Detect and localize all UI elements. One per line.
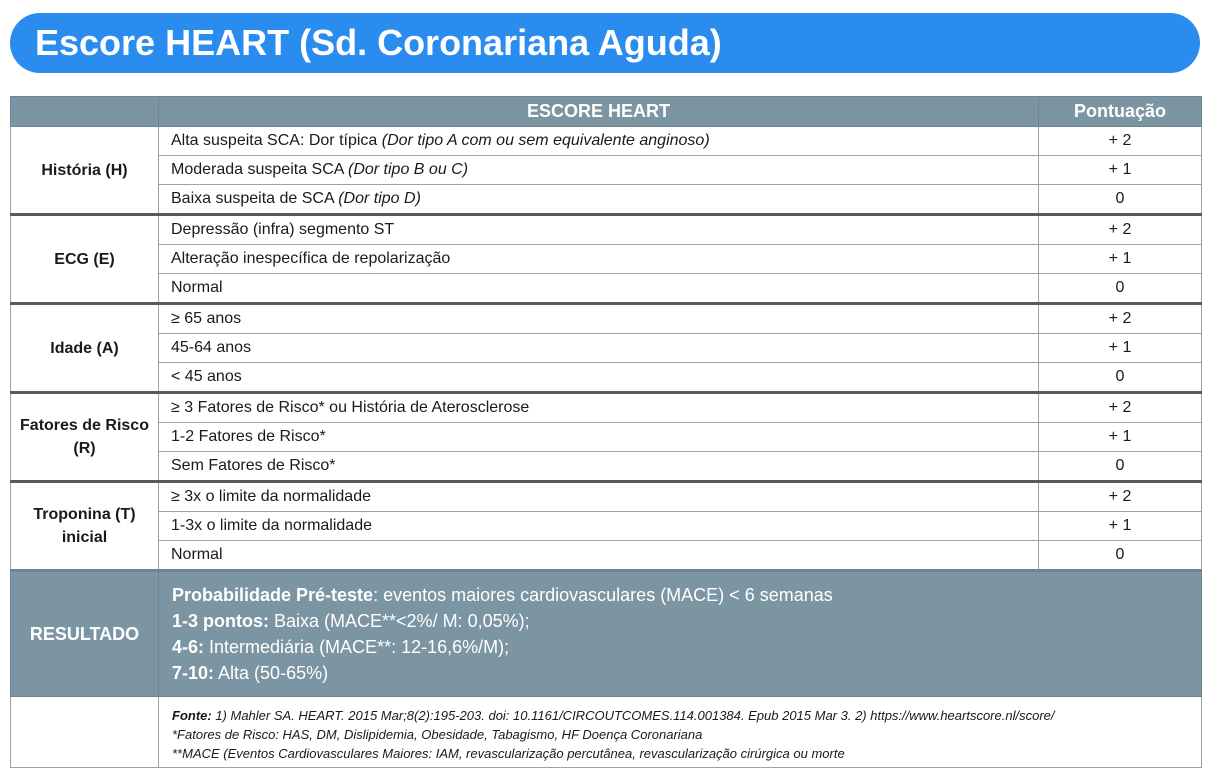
criterion-text: ≥ 65 anos — [171, 310, 242, 327]
points-value: + 2 — [1038, 126, 1202, 156]
criteria-row: < 45 anos 0 — [11, 362, 1202, 393]
category-label: ECG (E) — [10, 213, 159, 304]
criterion-text: Normal — [171, 546, 223, 563]
points-value: + 2 — [1038, 302, 1202, 334]
criterion-text: 45-64 anos — [171, 339, 252, 356]
criteria-row: Sem Fatores de Risco* 0 — [11, 451, 1202, 482]
footnote-source-text: 1) Mahler SA. HEART. 2015 Mar;8(2):195-2… — [211, 708, 1055, 723]
criteria-row: Normal 0 — [11, 273, 1202, 304]
points-value: + 2 — [1038, 391, 1202, 423]
page-title: Escore HEART (Sd. Coronariana Aguda) — [35, 22, 722, 63]
criteria-row: Troponina (T) inicial ≥ 3x o limite da no… — [10, 480, 1202, 571]
result-line-bold: 7-10: — [172, 663, 215, 683]
criterion-cell: 45-64 anos — [158, 333, 1039, 363]
footnote-risk-factors: *Fatores de Risco: HAS, DM, Dislipidemia… — [172, 727, 703, 742]
category-label: Fatores de Risco (R) — [10, 391, 159, 482]
result-row: RESULTADO Probabilidade Pré-teste: event… — [10, 569, 1202, 697]
criterion-text: Depressão (infra) segmento ST — [171, 221, 395, 238]
footnote-source-label: Fonte: — [172, 708, 212, 723]
criteria-row: ECG (E) Depressão (infra) segmento ST + 2 — [10, 213, 1202, 304]
table-header-row: ESCORE HEART Pontuação — [10, 96, 1202, 127]
criterion-cell: Depressão (infra) segmento ST — [158, 213, 1039, 245]
criterion-note: (Dor tipo B ou C) — [348, 161, 469, 178]
criterion-cell: Normal — [158, 273, 1039, 304]
criterion-text: Alta suspeita SCA: Dor típica — [171, 132, 378, 149]
criterion-cell: ≥ 3 Fatores de Risco* ou História de Ate… — [158, 391, 1039, 423]
criterion-text: Sem Fatores de Risco* — [171, 457, 336, 474]
criteria-row: 1-3x o limite da normalidade + 1 — [11, 511, 1202, 541]
category-label: Idade (A) — [10, 302, 159, 393]
criterion-cell: Alteração inespecífica de repolarização — [158, 244, 1039, 274]
result-line: 7-10: Alta (50-65%) — [172, 660, 1189, 686]
footnote-mace: **MACE (Eventos Cardiovasculares Maiores… — [172, 746, 845, 761]
header-blank-cell — [10, 96, 159, 127]
criterion-text: ≥ 3x o limite da normalidade — [171, 488, 371, 505]
criterion-note: (Dor tipo A com ou sem equivalente angin… — [381, 132, 710, 149]
criterion-cell: ≥ 65 anos — [158, 302, 1039, 334]
result-line-text: Baixa (MACE**<2%/ M: 0,05%); — [269, 611, 530, 631]
criteria-row: História (H) Alta suspeita SCA: Dor típic… — [10, 126, 1202, 215]
result-line: 4-6: Intermediária (MACE**: 12-16,6%/M); — [172, 634, 1189, 660]
points-value: 0 — [1038, 362, 1202, 393]
result-line-bold: 4-6: — [172, 637, 205, 657]
points-value: + 1 — [1038, 422, 1202, 452]
points-value: 0 — [1038, 451, 1202, 482]
points-value: 0 — [1038, 540, 1202, 571]
footnote-row: Fonte: 1) Mahler SA. HEART. 2015 Mar;8(2… — [10, 696, 1202, 768]
criteria-row: Idade (A) ≥ 65 anos + 2 — [10, 302, 1202, 393]
criterion-cell: Sem Fatores de Risco* — [158, 451, 1039, 482]
header-points: Pontuação — [1038, 96, 1202, 127]
criterion-text: < 45 anos — [171, 368, 242, 385]
points-value: + 1 — [1038, 155, 1202, 185]
category-label: História (H) — [10, 126, 159, 215]
result-line-text: : eventos maiores cardiovasculares (MACE… — [373, 585, 833, 605]
result-line: Probabilidade Pré-teste: eventos maiores… — [172, 582, 1189, 608]
criterion-text: Alteração inespecífica de repolarização — [171, 250, 451, 267]
heart-score-table: ESCORE HEART Pontuação História (H) Alta … — [10, 96, 1202, 768]
criterion-text: ≥ 3 Fatores de Risco* ou História de Ate… — [171, 399, 530, 416]
criteria-row: Baixa suspeita de SCA (Dor tipo D) 0 — [11, 184, 1202, 215]
result-line-bold: Probabilidade Pré-teste — [172, 585, 374, 605]
points-value: + 1 — [1038, 511, 1202, 541]
result-line-text: Alta (50-65%) — [214, 663, 329, 683]
result-line-bold: 1-3 pontos: — [172, 611, 269, 631]
criterion-cell: Normal — [158, 540, 1039, 571]
criterion-note: (Dor tipo D) — [338, 190, 421, 207]
criteria-body: História (H) Alta suspeita SCA: Dor típic… — [10, 126, 1202, 571]
criterion-text: Normal — [171, 279, 223, 296]
criterion-text: 1-3x o limite da normalidade — [171, 517, 372, 534]
result-line: 1-3 pontos: Baixa (MACE**<2%/ M: 0,05%); — [172, 608, 1189, 634]
criterion-cell: 1-2 Fatores de Risco* — [158, 422, 1039, 452]
criteria-row: 45-64 anos + 1 — [11, 333, 1202, 363]
criterion-cell: ≥ 3x o limite da normalidade — [158, 480, 1039, 512]
title-banner: Escore HEART (Sd. Coronariana Aguda) — [10, 13, 1200, 73]
points-value: + 1 — [1038, 333, 1202, 363]
result-label: RESULTADO — [10, 569, 159, 697]
points-value: + 1 — [1038, 244, 1202, 274]
criteria-row: Normal 0 — [11, 540, 1202, 571]
result-line-text: Intermediária (MACE**: 12-16,6%/M); — [204, 637, 510, 657]
result-text: Probabilidade Pré-teste: eventos maiores… — [158, 569, 1202, 697]
criteria-row: 1-2 Fatores de Risco* + 1 — [11, 422, 1202, 452]
criterion-cell: Alta suspeita SCA: Dor típica (Dor tipo … — [158, 126, 1039, 156]
criteria-row: Alteração inespecífica de repolarização +… — [11, 244, 1202, 274]
points-value: 0 — [1038, 184, 1202, 215]
footnote-source: Fonte: 1) Mahler SA. HEART. 2015 Mar;8(2… — [172, 706, 1189, 725]
points-value: + 2 — [1038, 480, 1202, 512]
points-value: 0 — [1038, 273, 1202, 304]
criterion-text: 1-2 Fatores de Risco* — [171, 428, 326, 445]
criterion-cell: Baixa suspeita de SCA (Dor tipo D) — [158, 184, 1039, 215]
criterion-cell: < 45 anos — [158, 362, 1039, 393]
criterion-text: Moderada suspeita SCA — [171, 161, 344, 178]
header-score: ESCORE HEART — [158, 96, 1039, 127]
footnote: Fonte: 1) Mahler SA. HEART. 2015 Mar;8(2… — [158, 696, 1202, 768]
criteria-row: Moderada suspeita SCA (Dor tipo B ou C) +… — [11, 155, 1202, 185]
category-label: Troponina (T) inicial — [10, 480, 159, 571]
footnote-blank-cell — [10, 696, 159, 768]
criteria-row: Fatores de Risco (R) ≥ 3 Fatores de Risco… — [10, 391, 1202, 482]
points-value: + 2 — [1038, 213, 1202, 245]
criterion-text: Baixa suspeita de SCA — [171, 190, 334, 207]
criterion-cell: 1-3x o limite da normalidade — [158, 511, 1039, 541]
criterion-cell: Moderada suspeita SCA (Dor tipo B ou C) — [158, 155, 1039, 185]
